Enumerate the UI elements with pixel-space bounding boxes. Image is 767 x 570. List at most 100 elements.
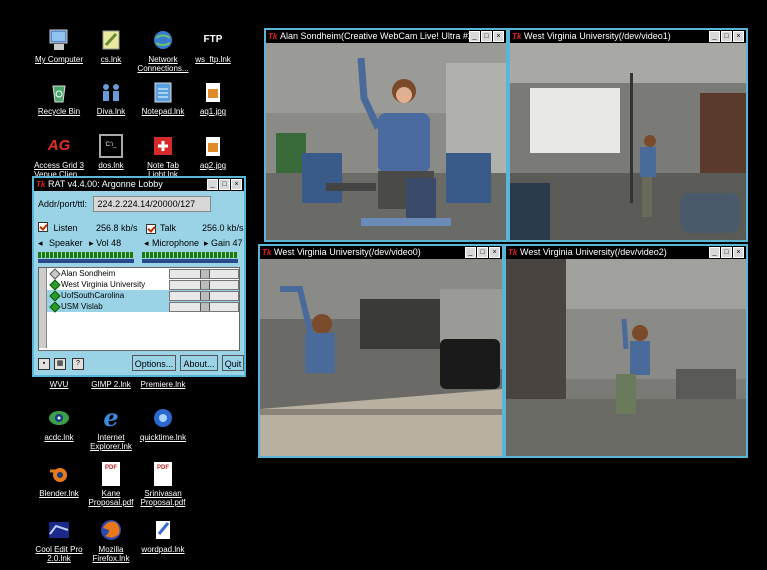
close-button[interactable]: × <box>493 31 504 42</box>
close-button[interactable]: × <box>489 247 500 258</box>
video-feed <box>506 259 746 456</box>
desktop-icon-aq2[interactable]: aq2.jpg <box>184 134 242 170</box>
tk-logo-icon: Tk <box>512 32 522 41</box>
video-title-bar[interactable]: Tk West Virginia University(/dev/video2)… <box>506 246 746 259</box>
video-feed <box>266 43 506 240</box>
participant-row[interactable]: USM Vislab <box>47 301 239 313</box>
tk-logo-icon: Tk <box>508 248 518 257</box>
microphone-gain-slider[interactable] <box>142 259 238 263</box>
desktop-icon-my-computer[interactable]: My Computer <box>30 28 88 64</box>
video-title-bar[interactable]: Tk Alan Sondheim(Creative WebCam Live! U… <box>266 30 506 43</box>
video-title: Alan Sondheim(Creative WebCam Live! Ultr… <box>280 31 476 41</box>
speaker-volume-slider[interactable] <box>38 259 134 263</box>
video-title-bar[interactable]: Tk West Virginia University(/dev/video1)… <box>510 30 746 43</box>
close-button[interactable]: × <box>733 247 744 258</box>
rat-title: RAT v4.4.00: Argonne Lobby <box>48 179 163 189</box>
desktop-icon-internet-explorer[interactable]: e Internet Explorer.lnk <box>82 406 140 452</box>
close-button[interactable]: × <box>733 31 744 42</box>
notetab-icon <box>151 134 175 158</box>
maximize-button[interactable]: □ <box>721 31 732 42</box>
minimize-button[interactable]: _ <box>709 31 720 42</box>
desktop-icon-kane-proposal[interactable]: PDF Kane Proposal.pdf <box>82 462 140 507</box>
maximize-button[interactable]: □ <box>219 179 230 190</box>
video-feed <box>260 259 502 456</box>
jpg-file-icon <box>201 134 225 158</box>
minimize-button[interactable]: _ <box>709 247 720 258</box>
participant-list[interactable]: Alan Sondheim West Virginia University U… <box>38 267 240 351</box>
tk-logo-icon: Tk <box>268 32 278 41</box>
grid-icon[interactable]: ▦ <box>54 358 66 370</box>
desktop-icon-premiere[interactable]: Premiere.lnk <box>134 380 192 389</box>
desktop-icon-ws-ftp[interactable]: FTP ws_ftp.lnk <box>184 28 242 64</box>
video-window-webcam[interactable]: Tk Alan Sondheim(Creative WebCam Live! U… <box>264 28 508 242</box>
minimize-button[interactable]: _ <box>469 31 480 42</box>
jpg-file-icon <box>201 80 225 104</box>
desktop-icon-blender[interactable]: Blender.lnk <box>30 462 88 498</box>
speaker-left-arrow-icon[interactable]: ◂ <box>38 238 43 248</box>
quit-button[interactable]: Quit <box>222 355 244 371</box>
participant-volume-slider[interactable] <box>169 280 239 290</box>
options-button[interactable]: Options... <box>132 355 176 371</box>
shortcut-icon <box>99 28 123 52</box>
rat-title-bar[interactable]: Tk RAT v4.4.00: Argonne Lobby _ □ × <box>34 178 244 191</box>
blender-icon <box>47 462 71 486</box>
participant-row[interactable]: UofSouthCarolina <box>47 290 239 302</box>
rat-window[interactable]: Tk RAT v4.4.00: Argonne Lobby _ □ × Addr/p… <box>32 176 246 377</box>
desktop-icon-wvu[interactable]: WVU <box>30 380 88 389</box>
quicktime-icon <box>151 406 175 430</box>
participant-volume-slider[interactable] <box>169 291 239 301</box>
talk-checkbox[interactable] <box>146 224 156 234</box>
maximize-button[interactable]: □ <box>721 247 732 258</box>
desktop-icon-access-grid[interactable]: AG Access Grid 3 Venue Clien... <box>30 134 88 179</box>
minimize-button[interactable]: _ <box>207 179 218 190</box>
desktop-icon-quicktime[interactable]: quicktime.lnk <box>134 406 192 442</box>
participant-volume-slider[interactable] <box>169 269 239 279</box>
wordpad-icon <box>151 518 175 542</box>
maximize-button[interactable]: □ <box>481 31 492 42</box>
help-icon[interactable]: ? <box>72 358 84 370</box>
video-title-bar[interactable]: Tk West Virginia University(/dev/video0)… <box>260 246 502 259</box>
video-title: West Virginia University(/dev/video0) <box>274 247 421 257</box>
desktop-icon-recycle-bin[interactable]: Recycle Bin <box>30 80 88 116</box>
close-button[interactable]: × <box>231 179 242 190</box>
save-icon[interactable]: ▪ <box>38 358 50 370</box>
recycle-bin-icon <box>47 80 71 104</box>
minimize-button[interactable]: _ <box>465 247 476 258</box>
talk-rate: 256.0 kb/s <box>202 223 244 233</box>
list-scrollbar[interactable] <box>39 268 47 348</box>
listen-label: Listen <box>53 223 78 233</box>
video-title: West Virginia University(/dev/video2) <box>520 247 667 257</box>
addr-field[interactable]: 224.2.224.14/20000/127 <box>92 196 211 212</box>
dos-prompt-icon: C:\_ <box>99 134 123 158</box>
maximize-button[interactable]: □ <box>477 247 488 258</box>
desktop-icon-firefox[interactable]: Mozilla Firefox.lnk <box>82 518 140 563</box>
listen-rate: 256.8 kb/s <box>96 223 138 233</box>
video-window-video2[interactable]: Tk West Virginia University(/dev/video2)… <box>504 244 748 458</box>
desktop-icon-acdc[interactable]: acdc.lnk <box>30 406 88 442</box>
desktop-icon-gimp[interactable]: GIMP 2.lnk <box>82 380 140 389</box>
notepad-icon <box>151 80 175 104</box>
participant-row[interactable]: Alan Sondheim <box>47 268 239 280</box>
video-window-video1[interactable]: Tk West Virginia University(/dev/video1)… <box>508 28 748 242</box>
desktop-icon-wordpad[interactable]: wordpad.lnk <box>134 518 192 554</box>
video-window-video0[interactable]: Tk West Virginia University(/dev/video0)… <box>258 244 504 458</box>
desktop-icon-diva[interactable]: Diva.lnk <box>82 80 140 116</box>
access-grid-icon: AG <box>47 137 71 154</box>
participant-row[interactable]: West Virginia University <box>47 279 239 291</box>
speaker-level-meter <box>38 252 134 258</box>
desktop-icon-aq1[interactable]: aq1.jpg <box>184 80 242 116</box>
desktop-icon-cool-edit[interactable]: Cool Edit Pro 2.0.lnk <box>30 518 88 563</box>
microphone-label: Microphone <box>152 238 200 248</box>
desktop-icon-cs[interactable]: cs.lnk <box>82 28 140 64</box>
speaker-right-arrow-icon[interactable]: ▸ <box>89 238 94 248</box>
desktop-icon-srinivasan-proposal[interactable]: PDF Srinivasan Proposal.pdf <box>134 462 192 507</box>
desktop-icon-dos[interactable]: C:\_ dos.lnk <box>82 134 140 170</box>
about-button[interactable]: About... <box>180 355 218 371</box>
computer-icon <box>47 28 71 52</box>
participant-volume-slider[interactable] <box>169 302 239 312</box>
mic-left-arrow-icon[interactable]: ◂ <box>144 237 149 249</box>
speaker-label: Speaker <box>49 238 83 248</box>
mic-right-arrow-icon[interactable]: ▸ <box>204 237 209 249</box>
video-feed <box>510 43 746 240</box>
listen-checkbox[interactable] <box>38 222 48 232</box>
